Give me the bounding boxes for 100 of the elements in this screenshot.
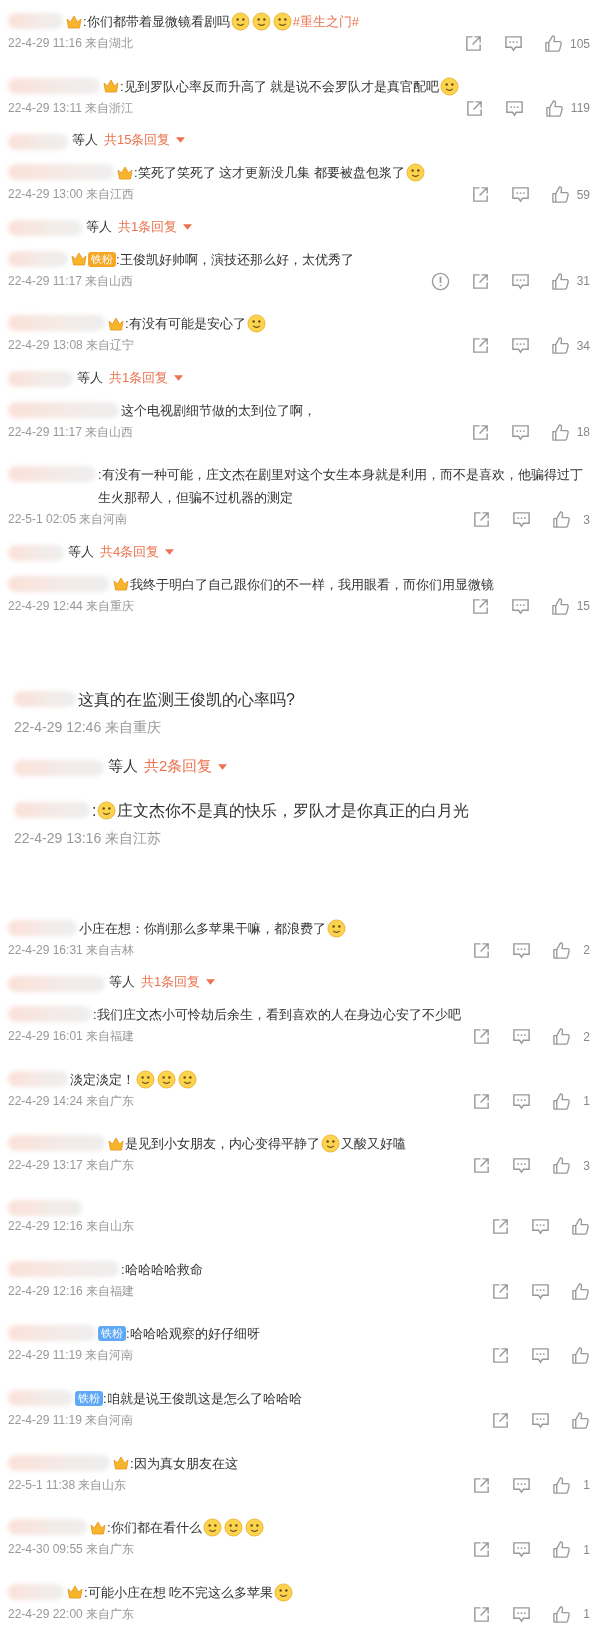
- share-icon[interactable]: [464, 98, 484, 118]
- comment-text: :哈哈哈哈救命: [121, 1261, 203, 1277]
- comment-icon[interactable]: [512, 940, 531, 960]
- comment-meta: 22-4-29 13:08 来自辽宁: [8, 337, 135, 355]
- share-icon[interactable]: [472, 1475, 491, 1495]
- comment-icon[interactable]: [512, 510, 531, 529]
- like-count: 3: [582, 512, 590, 527]
- share-icon[interactable]: [470, 422, 490, 442]
- fan-badge: 铁粉: [88, 251, 116, 267]
- comment-text: :王俊凯好帅啊，演技还那么好，太优秀了: [116, 251, 354, 267]
- like-icon[interactable]: [571, 1411, 590, 1431]
- emoji-icon: [223, 1518, 243, 1538]
- comment-text: 又酸又好嗑: [341, 1135, 406, 1151]
- share-icon[interactable]: [463, 34, 483, 54]
- like-icon[interactable]: [571, 1346, 590, 1366]
- like-icon[interactable]: [552, 1540, 571, 1560]
- comment-text: 是见到小女朋友，内心变得平静了: [125, 1135, 320, 1151]
- comment-icon[interactable]: [531, 1281, 550, 1301]
- crown-icon: [113, 576, 129, 593]
- reply-count-link[interactable]: 共1条回复: [109, 368, 184, 387]
- share-icon[interactable]: [491, 1346, 510, 1366]
- crown-icon: [71, 251, 87, 268]
- replies-label: 等人: [86, 217, 112, 236]
- like-icon[interactable]: [550, 596, 570, 616]
- share-icon[interactable]: [472, 940, 491, 960]
- comment-icon[interactable]: [531, 1411, 550, 1431]
- comment-text: 小庄在想：你削那么多苹果干嘛，都浪费了: [79, 920, 326, 936]
- comment-icon[interactable]: [503, 34, 523, 54]
- reply-count-link[interactable]: 共2条回复: [144, 757, 228, 777]
- like-icon[interactable]: [552, 1156, 571, 1176]
- like-icon[interactable]: [550, 422, 570, 442]
- comment-icon[interactable]: [510, 185, 530, 205]
- emoji-icon: [272, 12, 292, 32]
- crown-icon: [108, 315, 124, 332]
- like-icon[interactable]: [544, 98, 564, 118]
- comment-icon[interactable]: [510, 422, 530, 442]
- like-icon[interactable]: [571, 1281, 590, 1301]
- comment-icon[interactable]: [510, 336, 530, 356]
- like-icon[interactable]: [552, 940, 571, 960]
- share-icon[interactable]: [470, 596, 490, 616]
- comment-meta: 22-4-29 22:00 来自广东: [8, 1605, 135, 1623]
- like-icon[interactable]: [552, 1604, 571, 1624]
- share-icon[interactable]: [472, 1604, 491, 1624]
- comment-icon[interactable]: [510, 271, 530, 291]
- like-icon[interactable]: [550, 336, 570, 356]
- share-icon[interactable]: [472, 1156, 491, 1176]
- share-icon[interactable]: [470, 271, 490, 291]
- like-count: 1: [582, 1478, 590, 1493]
- share-icon[interactable]: [472, 510, 491, 529]
- like-icon[interactable]: [552, 510, 571, 529]
- share-icon[interactable]: [491, 1281, 510, 1301]
- like-icon[interactable]: [571, 1217, 590, 1237]
- crown-icon: [113, 1455, 129, 1472]
- reply-count-link[interactable]: 共15条回复: [104, 131, 186, 150]
- like-count: 105: [569, 36, 590, 51]
- reply-count-link[interactable]: 共1条回复: [141, 973, 216, 992]
- fan-badge: 铁粉: [75, 1391, 103, 1407]
- blurred-username: [8, 250, 68, 267]
- caret-icon: [206, 979, 216, 986]
- like-count: 34: [576, 338, 590, 353]
- share-icon[interactable]: [491, 1217, 510, 1237]
- comment-icon[interactable]: [531, 1217, 550, 1237]
- comment-text: :你们都带着显微镜看剧吗: [83, 13, 230, 29]
- comment-meta: 22-4-29 16:01 来自福建: [8, 1028, 135, 1046]
- comment-text: 庄文杰你不是真的快乐，罗队才是你真正的白月光: [117, 801, 470, 819]
- like-icon[interactable]: [550, 185, 570, 205]
- comment-meta: 22-4-29 11:17 来自山西: [8, 272, 134, 290]
- like-icon[interactable]: [543, 34, 563, 54]
- comment-icon[interactable]: [512, 1475, 531, 1495]
- share-icon[interactable]: [472, 1091, 491, 1111]
- like-icon[interactable]: [552, 1027, 571, 1047]
- comment-icon[interactable]: [510, 596, 530, 616]
- share-icon[interactable]: [472, 1027, 491, 1047]
- reply-count-link[interactable]: 共1条回复: [118, 217, 193, 236]
- comment-text: 我终于明白了自己跟你们的不一样，我用眼看，而你们用显微镜: [130, 576, 494, 592]
- comment-icon[interactable]: [504, 98, 524, 118]
- blurred-username: [8, 1070, 68, 1087]
- comment-icon[interactable]: [512, 1540, 531, 1560]
- comment-text: :笑死了笑死了 这才更新没几集 都要被盘包浆了: [134, 164, 405, 180]
- comment-icon[interactable]: [512, 1091, 531, 1111]
- report-icon[interactable]: [430, 271, 450, 291]
- like-icon[interactable]: [550, 271, 570, 291]
- share-icon[interactable]: [491, 1411, 510, 1431]
- blurred-username: [8, 1583, 64, 1600]
- share-icon[interactable]: [470, 185, 490, 205]
- like-icon[interactable]: [552, 1091, 571, 1111]
- comment-icon[interactable]: [531, 1346, 550, 1366]
- like-count: 15: [576, 599, 590, 614]
- comment-text: :因为真女朋友在这: [130, 1455, 238, 1471]
- crown-icon: [90, 1519, 106, 1536]
- emoji-icon: [246, 314, 266, 334]
- comment-icon[interactable]: [512, 1027, 531, 1047]
- share-icon[interactable]: [470, 336, 490, 356]
- reply-count-link[interactable]: 共4条回复: [100, 542, 175, 561]
- share-icon[interactable]: [472, 1540, 491, 1560]
- comment-icon[interactable]: [512, 1604, 531, 1624]
- comment-icon[interactable]: [512, 1156, 531, 1176]
- like-icon[interactable]: [552, 1475, 571, 1495]
- emoji-icon: [251, 12, 271, 32]
- hashtag-link[interactable]: #重生之门#: [292, 13, 360, 29]
